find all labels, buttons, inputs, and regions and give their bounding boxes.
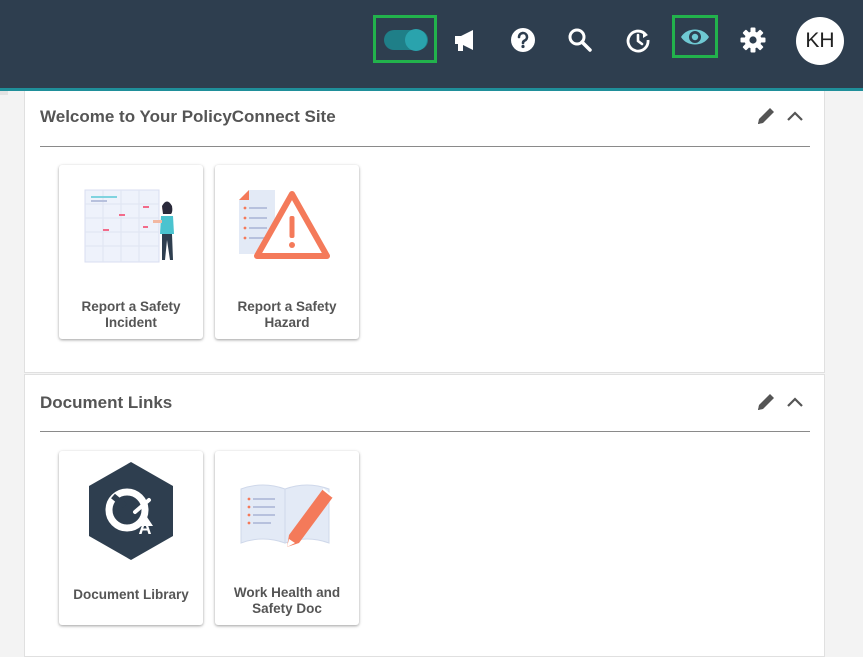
search-icon[interactable] xyxy=(562,22,598,58)
tile-report-safety-incident[interactable]: Report a Safety Incident xyxy=(59,165,203,339)
welcome-panel: Welcome to Your PolicyConnect Site Repor… xyxy=(24,91,825,373)
document-library-logo: A xyxy=(59,451,203,571)
panel-title: Document Links xyxy=(40,393,173,412)
collapse-chevron-up-icon[interactable] xyxy=(782,389,808,415)
gear-icon[interactable] xyxy=(735,22,771,58)
tile-document-library[interactable]: A Document Library xyxy=(59,451,203,625)
tile-work-health-safety-doc[interactable]: Work Health and Safety Doc xyxy=(215,451,359,625)
panel-divider xyxy=(40,146,810,147)
tile-label: Document Library xyxy=(73,587,189,602)
safety-incident-illustration xyxy=(59,165,203,285)
tile-label: Report a Safety Hazard xyxy=(237,299,337,330)
warning-triangle-illustration xyxy=(215,165,359,285)
toggle-switch-icon[interactable] xyxy=(382,22,430,58)
gutter-nub xyxy=(0,91,8,95)
user-avatar[interactable]: KH xyxy=(796,17,844,65)
tile-label: Report a Safety Incident xyxy=(81,299,181,330)
top-bar: KH xyxy=(0,0,863,88)
help-icon[interactable] xyxy=(505,22,541,58)
edit-pencil-icon[interactable] xyxy=(753,389,779,415)
collapse-chevron-up-icon[interactable] xyxy=(782,103,808,129)
history-icon[interactable] xyxy=(620,22,656,58)
edit-pencil-icon[interactable] xyxy=(753,103,779,129)
tile-report-safety-hazard[interactable]: Report a Safety Hazard xyxy=(215,165,359,339)
svg-text:A: A xyxy=(139,518,152,538)
document-links-panel: Document Links A Document Library Work H… xyxy=(24,374,825,657)
open-book-pencil-illustration xyxy=(215,451,359,571)
panel-divider xyxy=(40,431,810,432)
eye-icon[interactable] xyxy=(677,19,713,55)
tile-label: Work Health and Safety Doc xyxy=(233,585,341,616)
megaphone-icon[interactable] xyxy=(447,22,483,58)
panel-title: Welcome to Your PolicyConnect Site xyxy=(40,107,336,126)
left-gutter xyxy=(0,91,24,657)
